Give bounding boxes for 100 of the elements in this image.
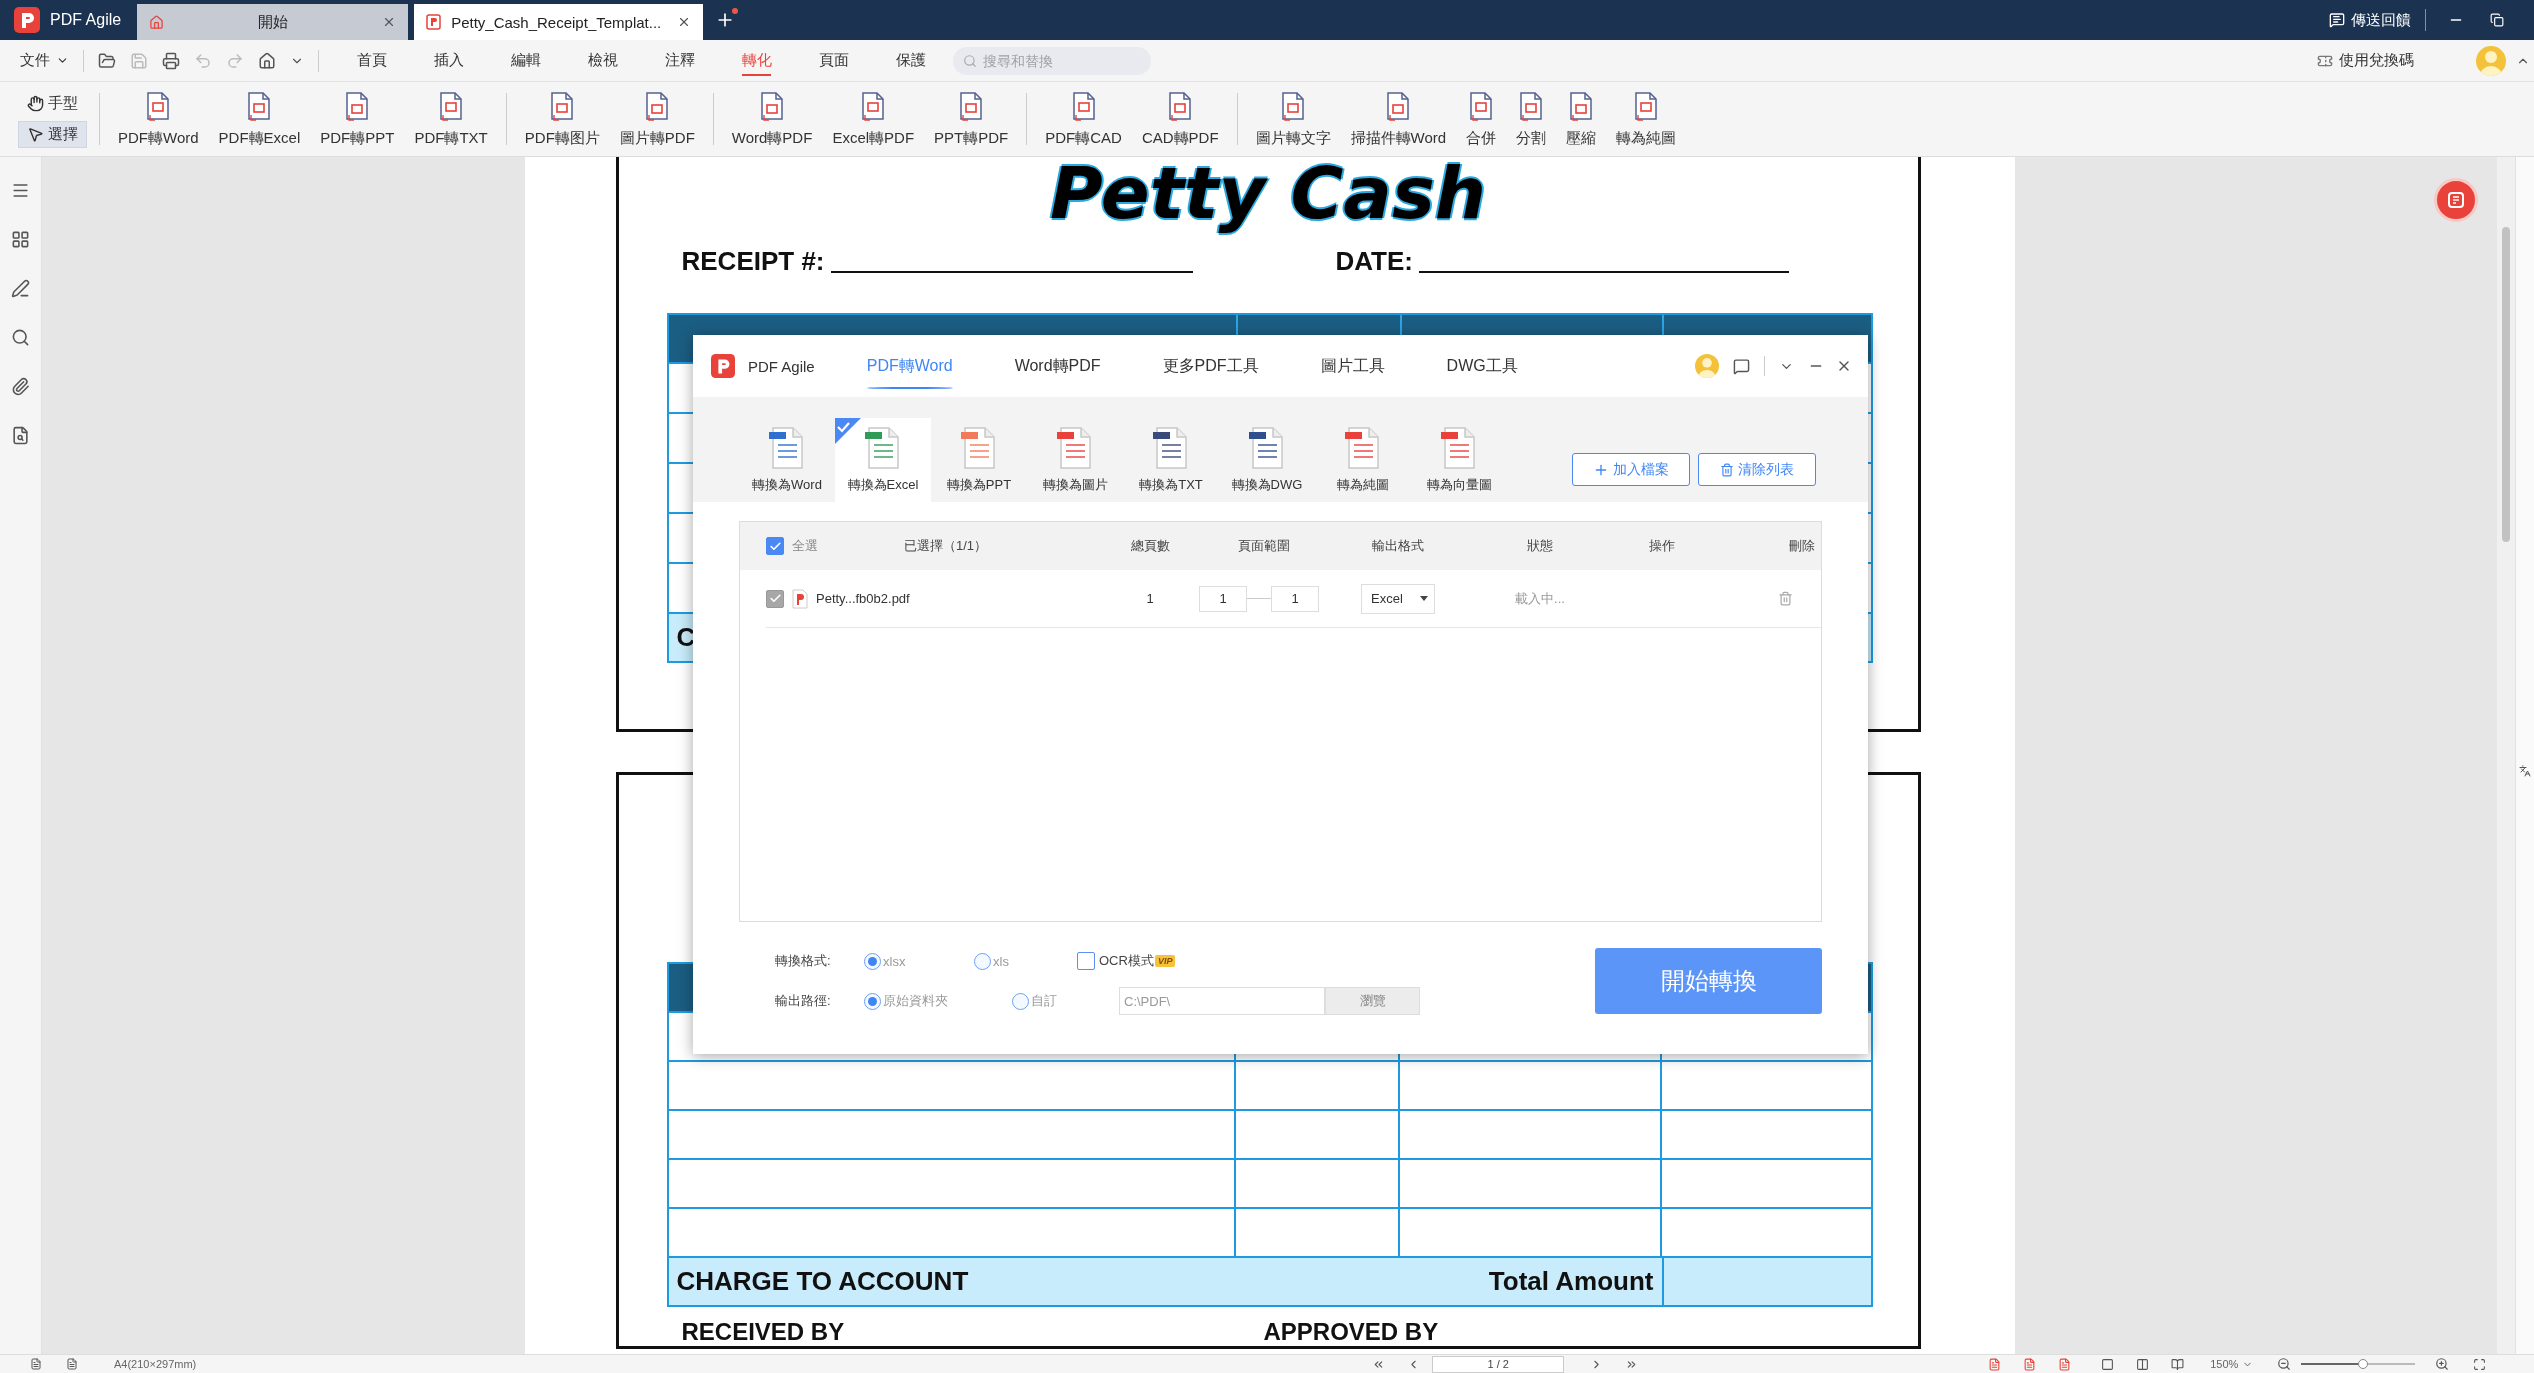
convert-tool-button[interactable]: 合併 [1460, 86, 1503, 152]
two-page-icon[interactable] [2136, 1357, 2150, 1371]
convert-tool-button[interactable]: 圖片轉PDF [613, 86, 701, 152]
app-logo-icon [711, 354, 735, 378]
chat-icon[interactable] [1733, 357, 1750, 375]
ocr-label: OCR模式 [1099, 952, 1154, 970]
conversion-option[interactable]: 轉為向量圖 [1411, 418, 1507, 502]
scrollbar[interactable] [2497, 157, 2515, 1354]
dialog-tab[interactable]: DWG工具 [1446, 335, 1518, 397]
convert-tool-button[interactable]: PDF轉图片 [518, 86, 606, 152]
menu-tab[interactable]: 轉化 [718, 45, 795, 76]
thumbnails-icon[interactable] [11, 230, 30, 249]
restore-icon[interactable] [2490, 13, 2504, 27]
conversion-option[interactable]: 轉換為TXT [1123, 418, 1219, 502]
column-header: 頁面範圍 [1237, 537, 1291, 555]
conversion-option[interactable]: 轉換為Word [739, 418, 835, 502]
column-header: 刪除 [1788, 537, 1816, 555]
receipt-number-label: RECEIPT #: [681, 246, 825, 277]
page-icon[interactable] [30, 1358, 42, 1370]
document-tab[interactable]: 開始 [137, 4, 409, 40]
convert-tool-button[interactable]: 轉為純圖 [1610, 86, 1683, 152]
convert-tool-button[interactable]: 壓縮 [1560, 86, 1603, 152]
received-by-label: RECEIVED BY [681, 1318, 845, 1345]
mode-button[interactable]: 手型 [18, 90, 87, 117]
print-icon[interactable] [162, 51, 180, 70]
convert-tool-button[interactable]: PDF轉Excel [212, 86, 307, 152]
page-icon[interactable] [66, 1358, 78, 1370]
home-icon[interactable] [258, 51, 276, 70]
home-icon [149, 14, 165, 30]
total-amount-label: Total Amount [1488, 1266, 1654, 1297]
open-folder-icon[interactable] [98, 51, 116, 70]
zoom-slider-thumb[interactable] [2357, 1359, 2368, 1369]
add-files-button[interactable]: 加入檔案 [1572, 453, 1690, 486]
check-icon [768, 592, 782, 605]
zoom-in-icon[interactable] [2435, 1357, 2450, 1371]
mode-button[interactable]: 選擇 [18, 121, 87, 148]
menu-tab[interactable]: 編輯 [487, 45, 564, 76]
convert-tool-button[interactable]: PPT轉PDF [928, 86, 1015, 152]
convert-tool-button[interactable]: Excel轉PDF [826, 86, 921, 152]
search-field[interactable]: 搜尋和替換 [953, 46, 1151, 75]
menu-tab[interactable]: 保護 [872, 45, 949, 76]
feedback-button[interactable]: 傳送回饋 [2329, 10, 2411, 30]
conversion-option[interactable]: 轉換為Excel [835, 418, 931, 502]
convert-tool-button[interactable]: PDF轉TXT [408, 86, 494, 152]
page-view-icon[interactable] [2058, 1357, 2072, 1371]
convert-tool-button[interactable]: PDF轉CAD [1039, 86, 1128, 152]
approved-by-label: APPROVED BY [1263, 1318, 1439, 1345]
menu-tab[interactable]: 檢視 [564, 45, 641, 76]
convert-tool-button[interactable]: Word轉PDF [725, 86, 819, 152]
output-path-label: 輸出路徑: [775, 992, 832, 1010]
caret-icon [1420, 596, 1428, 601]
trash-icon [1720, 462, 1734, 477]
ocr-checkbox[interactable] [1077, 952, 1095, 970]
menu-tab[interactable]: 注釋 [641, 45, 718, 76]
conversion-option[interactable]: 轉為純圖 [1315, 418, 1411, 502]
conversion-option[interactable]: 轉換為DWG [1219, 418, 1315, 502]
column-header: 全選 [792, 537, 818, 555]
dialog-tab[interactable]: PDF轉Word [866, 335, 953, 397]
dialog-tab[interactable]: 圖片工具 [1320, 335, 1385, 397]
clear-list-button[interactable]: 清除列表 [1698, 453, 1816, 486]
dialog-app-name: PDF Agile [748, 357, 815, 375]
feedback-icon [2329, 12, 2345, 28]
convert-tool-button[interactable]: CAD轉PDF [1135, 86, 1225, 152]
pdf-file-icon [792, 588, 808, 609]
dialog-tab[interactable]: 更多PDF工具 [1162, 335, 1259, 397]
page-view-icon[interactable] [1988, 1357, 2002, 1371]
menu-icon[interactable] [11, 181, 30, 200]
check-icon [768, 539, 782, 553]
vip-badge: VIP [1154, 955, 1176, 967]
dialog-tab[interactable]: Word轉PDF [1014, 335, 1101, 397]
convert-tool-button[interactable]: 圖片轉文字 [1249, 86, 1337, 152]
redeem-code-button[interactable]: 使用兌換碼 [2317, 51, 2414, 70]
menu-tab[interactable]: 首頁 [333, 45, 410, 76]
pen-icon[interactable] [11, 279, 30, 298]
search-icon[interactable] [11, 328, 30, 347]
check-corner-icon [835, 418, 861, 444]
single-page-icon[interactable] [2101, 1357, 2115, 1371]
file-menu[interactable]: 文件 [20, 51, 69, 70]
conversion-option[interactable]: 轉換為圖片 [1027, 418, 1123, 502]
convert-tool-button[interactable]: 分割 [1510, 86, 1553, 152]
conversion-option[interactable]: 轉換為PPT [931, 418, 1027, 502]
document-tab[interactable]: Petty_Cash_Receipt_Templat... [414, 4, 704, 40]
status-text: 載入中... [1514, 589, 1566, 608]
convert-tool-button[interactable]: PDF轉Word [112, 86, 205, 152]
charge-label: C [676, 622, 696, 653]
attachment-icon[interactable] [11, 377, 30, 396]
convert-tool-button[interactable]: PDF轉PPT [314, 86, 401, 152]
zoom-level-text[interactable]: 150% [2210, 1358, 2239, 1370]
menu-tab[interactable]: 插入 [410, 45, 487, 76]
fit-icon[interactable] [2473, 1357, 2487, 1371]
convert-tool-button[interactable]: 掃描件轉Word [1344, 86, 1453, 152]
select-all-checkbox[interactable] [766, 537, 784, 555]
document-search-icon[interactable] [11, 426, 30, 445]
column-header: 輸出格式 [1371, 537, 1425, 555]
page-view-icon[interactable] [2023, 1357, 2037, 1371]
book-icon[interactable] [2171, 1357, 2185, 1371]
page-number-field[interactable]: 1 / 2 [1432, 1355, 1565, 1373]
zoom-out-icon[interactable] [2277, 1357, 2292, 1371]
menu-tab[interactable]: 頁面 [795, 45, 872, 76]
format-label: 轉換格式: [775, 952, 832, 970]
